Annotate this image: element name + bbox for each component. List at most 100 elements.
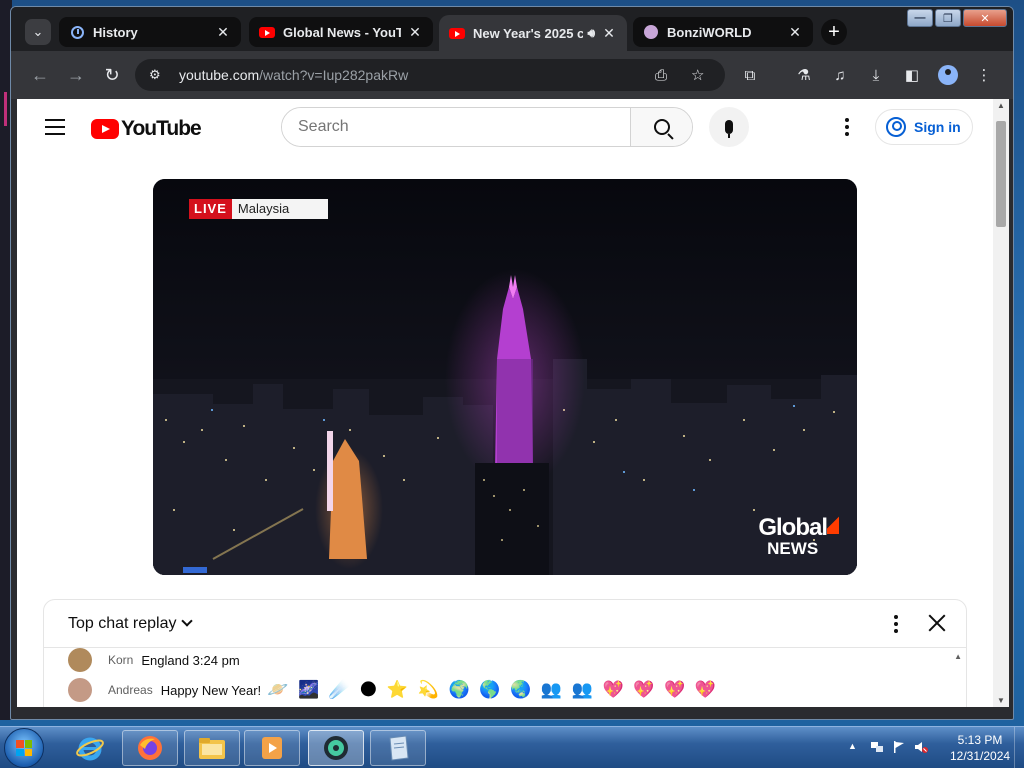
side-panel-icon[interactable]: ◧ [901, 64, 923, 86]
youtube-icon [259, 24, 275, 40]
tab-new-years-2025[interactable]: New Year's 2025 countdown 🔊︎ ✕ [439, 15, 627, 51]
chevron-down-icon: ⌄ [32, 24, 44, 39]
new-tab-button[interactable]: + [821, 19, 847, 45]
tab-close-icon[interactable]: ✕ [787, 24, 803, 41]
sign-in-button[interactable]: Sign in [875, 109, 973, 145]
media-player-taskbar-button[interactable] [244, 730, 300, 766]
close-window-button[interactable]: ✕ [963, 9, 1007, 27]
labs-flask-icon[interactable]: ⚗ [793, 64, 815, 86]
scroll-up-arrow-icon[interactable]: ▲ [997, 101, 1005, 110]
chat-menu-kebab-icon[interactable] [890, 614, 902, 634]
emoji: 🌎 [479, 680, 501, 700]
tab-close-icon[interactable]: ✕ [601, 25, 617, 42]
tab-bonziworld[interactable]: BonziWORLD ✕ [633, 17, 813, 47]
search-icon [653, 119, 670, 135]
chat-emoji-list: 🪐 🌌 ☄️ 🌑 ⭐ 💫 🌍 🌎 🌏 👥 👥 💖 💖 💖 💖 [261, 680, 716, 700]
maximize-button[interactable]: ❐ [935, 9, 961, 27]
downloads-icon[interactable]: ⤓ [865, 64, 887, 86]
bonzi-icon [643, 24, 659, 40]
profile-avatar-icon[interactable] [937, 64, 959, 86]
media-controls-icon[interactable]: ♫ [829, 64, 851, 86]
extensions-icon[interactable]: ⧉ [739, 64, 761, 86]
back-arrow-icon[interactable]: ← [29, 64, 51, 86]
chat-author: Korn [108, 653, 134, 667]
action-center-flag-icon[interactable] [892, 740, 906, 754]
app-icon [324, 736, 348, 760]
tab-history[interactable]: History ✕ [59, 17, 241, 47]
live-chat-panel: Top chat replay ▲ Korn England 3:24 pm A… [43, 599, 967, 707]
tab-close-icon[interactable]: ✕ [407, 24, 423, 41]
site-info-icon[interactable]: ⚙ [149, 67, 165, 83]
firefox-taskbar-button[interactable] [122, 730, 178, 766]
page-viewport: YouTube Sign in [17, 99, 993, 707]
emoji: 💖 [664, 680, 686, 700]
live-label: LIVE [189, 199, 232, 219]
youtube-logo[interactable]: YouTube [91, 117, 202, 141]
clock[interactable]: 5:13 PM 12/31/2024 [950, 732, 1010, 764]
show-hidden-icons-icon[interactable]: ▲ [848, 741, 857, 751]
emoji: 👥 [540, 680, 563, 700]
scrollbar-thumb[interactable] [996, 121, 1006, 227]
page-scrollbar[interactable]: ▲ ▼ [993, 99, 1009, 707]
emoji: ☄️ [328, 680, 350, 700]
browser-menu-icon[interactable]: ⋮ [973, 64, 995, 86]
browser-toolbar: ← → ↻ ⚙ youtube.com/watch?v=Iup282pakRw … [11, 51, 1013, 99]
video-frame-city-skyline [153, 179, 857, 575]
tab-global-news[interactable]: Global News - YouTube ✕ [249, 17, 433, 47]
sign-in-label: Sign in [914, 119, 961, 135]
emoji: 🌏 [510, 680, 532, 700]
address-bar[interactable]: ⚙ youtube.com/watch?v=Iup282pakRw ⎙ ☆ [135, 59, 725, 91]
forward-arrow-icon[interactable]: → [65, 64, 87, 86]
minimize-button[interactable]: — [907, 9, 933, 27]
bookmark-star-icon[interactable]: ☆ [691, 59, 704, 91]
emoji: 💖 [602, 680, 624, 700]
file-explorer-taskbar-button[interactable] [184, 730, 240, 766]
youtube-icon [449, 25, 465, 41]
clock-date: 12/31/2024 [950, 749, 1011, 763]
plus-icon: + [828, 20, 840, 43]
folder-icon [199, 738, 225, 759]
chat-header: Top chat replay [44, 600, 966, 648]
avatar [68, 678, 92, 702]
window-controls: — ❐ ✕ [907, 9, 1007, 27]
reload-icon[interactable]: ↻ [101, 64, 123, 86]
chat-message: Korn England 3:24 pm [68, 648, 240, 672]
search-bar [281, 107, 693, 147]
brand-line-2: NEWS [767, 539, 819, 558]
tab-title: BonziWORLD [667, 24, 752, 40]
emoji: 🌍 [448, 680, 470, 700]
volume-muted-icon[interactable] [914, 740, 928, 754]
chat-message: Andreas Happy New Year! 🪐 🌌 ☄️ 🌑 ⭐ 💫 🌍 🌎… [68, 678, 716, 702]
show-desktop-button[interactable] [1014, 727, 1024, 768]
tab-close-icon[interactable]: ✕ [215, 24, 231, 41]
browser-window: ⌄ History ✕ Global News - YouTube ✕ New … [10, 6, 1014, 720]
chat-close-icon[interactable] [926, 612, 948, 634]
install-app-icon[interactable]: ⎙ [655, 59, 667, 91]
system-tray: ▲ 5:13 PM 12/31/2024 [834, 727, 1024, 768]
search-input[interactable] [282, 108, 630, 146]
chat-mode-dropdown[interactable]: Top chat replay [68, 615, 193, 633]
settings-kebab-icon[interactable] [837, 117, 857, 137]
url-path: /watch?v=Iup282pakRw [259, 67, 409, 83]
search-button[interactable] [630, 108, 692, 146]
video-player[interactable]: LIVE Malaysia Global NEWS [153, 179, 857, 575]
tab-title: History [93, 24, 138, 40]
microphone-icon [725, 120, 733, 138]
voice-search-button[interactable] [709, 107, 749, 147]
chevron-down-icon [180, 615, 193, 627]
document-app-taskbar-button[interactable] [370, 730, 426, 766]
chat-title-label: Top chat replay [68, 615, 177, 632]
tab-search-button[interactable]: ⌄ [25, 19, 51, 45]
speaker-icon[interactable]: 🔊︎ [587, 26, 595, 41]
network-icon[interactable] [870, 740, 884, 754]
chat-scroll-up-icon[interactable]: ▲ [954, 652, 962, 661]
start-button[interactable] [4, 728, 44, 768]
active-app-taskbar-button[interactable] [308, 730, 364, 766]
chevron-icon [827, 512, 839, 534]
tab-strip: ⌄ History ✕ Global News - YouTube ✕ New … [11, 7, 1013, 51]
history-icon [69, 24, 85, 40]
emoji: 🌑 [359, 680, 378, 700]
scroll-down-arrow-icon[interactable]: ▼ [997, 696, 1005, 705]
internet-explorer-taskbar-button[interactable] [62, 730, 118, 766]
hamburger-menu-icon[interactable] [45, 119, 65, 135]
